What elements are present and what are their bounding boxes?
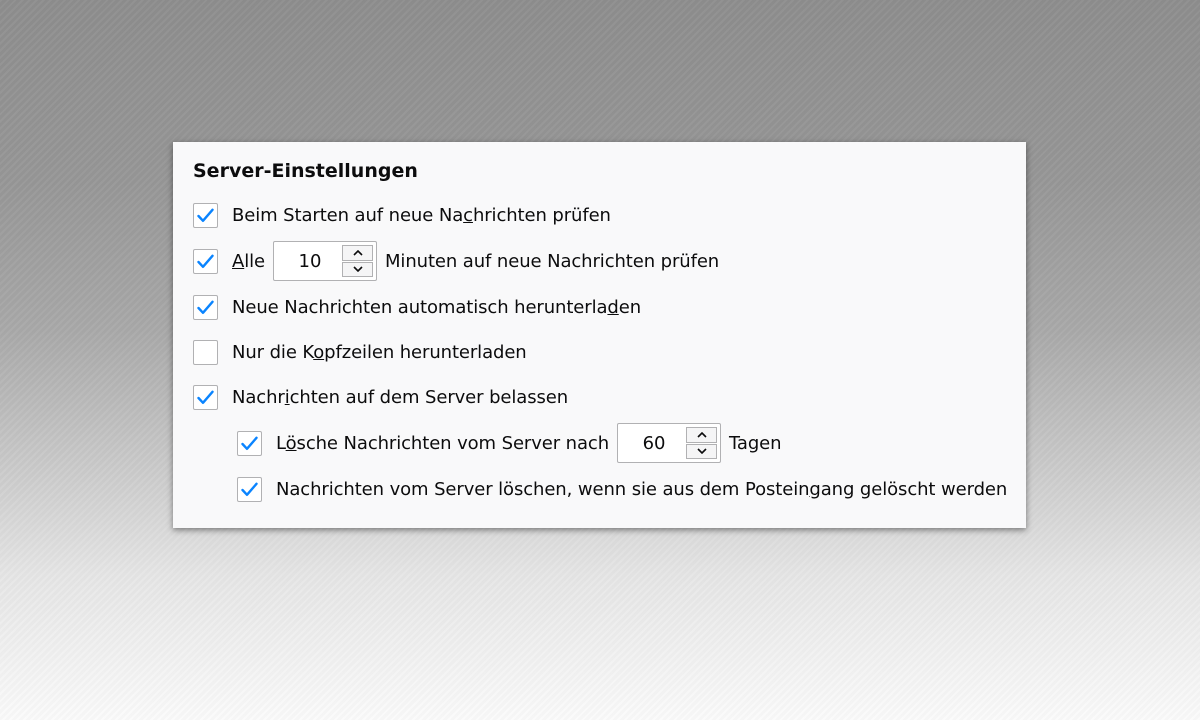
auto-download-row: Neue Nachrichten automatisch herunterlad… bbox=[193, 293, 641, 321]
accesskey: c bbox=[463, 204, 473, 226]
accesskey: d bbox=[607, 296, 619, 318]
check-every-label[interactable]: Alle bbox=[232, 251, 265, 272]
minutes-stepper-buttons bbox=[342, 242, 376, 280]
headers-only-checkbox[interactable] bbox=[193, 339, 218, 365]
check-on-startup-label[interactable]: Beim Starten auf neue Nachrichten prüfen bbox=[232, 205, 611, 226]
minutes-increment-button[interactable] bbox=[342, 245, 373, 261]
leave-on-server-label[interactable]: Nachrichten auf dem Server belassen bbox=[232, 387, 568, 408]
days-stepper-buttons bbox=[686, 424, 720, 462]
check-every-row: Alle 10 Minuten auf neue Nachrichten prü… bbox=[193, 241, 720, 281]
days-suffix-label: Tagen bbox=[729, 432, 782, 454]
auto-download-label[interactable]: Neue Nachrichten automatisch herunterlad… bbox=[232, 297, 641, 318]
days-decrement-button[interactable] bbox=[686, 443, 718, 459]
delete-after-days-label[interactable]: Lösche Nachrichten vom Server nach bbox=[276, 433, 609, 454]
headers-only-row: Nur die Kopfzeilen herunterladen bbox=[193, 338, 527, 366]
section-title: Server-Einstellungen bbox=[193, 160, 418, 182]
checkmark-icon bbox=[197, 300, 214, 314]
check-on-startup-row: Beim Starten auf neue Nachrichten prüfen bbox=[193, 201, 611, 229]
checkmark-icon bbox=[197, 208, 214, 222]
days-value[interactable]: 60 bbox=[618, 424, 686, 462]
delete-when-removed-label[interactable]: Nachrichten vom Server löschen, wenn sie… bbox=[276, 479, 1007, 500]
minutes-value[interactable]: 10 bbox=[274, 242, 342, 280]
chevron-down-icon bbox=[352, 266, 363, 273]
checkmark-icon bbox=[241, 436, 258, 450]
accesskey: ö bbox=[285, 432, 297, 454]
check-on-startup-checkbox[interactable] bbox=[193, 202, 218, 228]
delete-when-removed-checkbox[interactable] bbox=[237, 476, 262, 502]
accesskey: A bbox=[232, 250, 245, 272]
minutes-stepper[interactable]: 10 bbox=[273, 241, 377, 281]
accesskey: o bbox=[313, 341, 325, 363]
chevron-up-icon bbox=[352, 249, 363, 256]
days-stepper[interactable]: 60 bbox=[617, 423, 722, 463]
delete-after-days-checkbox[interactable] bbox=[237, 430, 262, 456]
headers-only-label[interactable]: Nur die Kopfzeilen herunterladen bbox=[232, 342, 527, 363]
check-every-checkbox[interactable] bbox=[193, 248, 218, 274]
chevron-up-icon bbox=[696, 431, 707, 438]
minutes-decrement-button[interactable] bbox=[342, 261, 373, 277]
leave-on-server-checkbox[interactable] bbox=[193, 384, 218, 410]
delete-after-days-row: Lösche Nachrichten vom Server nach 60 Ta… bbox=[237, 423, 782, 463]
auto-download-checkbox[interactable] bbox=[193, 294, 218, 320]
leave-on-server-row: Nachrichten auf dem Server belassen bbox=[193, 383, 568, 411]
checkmark-icon bbox=[197, 254, 214, 268]
chevron-down-icon bbox=[696, 448, 707, 455]
accesskey: g bbox=[809, 478, 821, 500]
checkmark-icon bbox=[197, 390, 214, 404]
minutes-suffix-label: Minuten auf neue Nachrichten prüfen bbox=[385, 250, 720, 272]
days-increment-button[interactable] bbox=[686, 427, 718, 443]
server-settings-panel: Server-Einstellungen Beim Starten auf ne… bbox=[173, 142, 1026, 528]
checkmark-icon bbox=[241, 482, 258, 496]
delete-when-removed-row: Nachrichten vom Server löschen, wenn sie… bbox=[237, 475, 1007, 503]
